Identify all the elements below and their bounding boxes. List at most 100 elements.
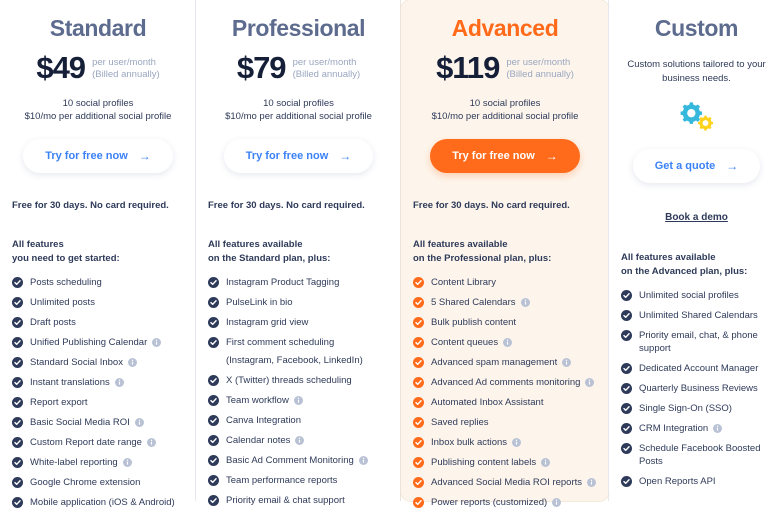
info-circle-icon[interactable] [713,424,723,433]
feature-label: Power reports (customized) [431,497,548,508]
feature-text-wrap: Standard Social Inbox [30,356,137,369]
info-circle-icon[interactable] [134,418,144,427]
feature-label: Inbox bulk actions [431,437,508,448]
feature-text-wrap: Instagram grid view [226,316,308,329]
feature-label: Team workflow [226,395,289,406]
feature-item: Advanced Ad comments monitoring [413,376,599,389]
check-circle-icon [12,357,23,368]
feature-text-wrap: Inbox bulk actions [431,436,522,449]
features-heading-line1: All features [12,239,64,250]
info-circle-icon[interactable] [585,378,595,387]
feature-text-wrap: Mobile application (iOS & Android) [30,496,175,509]
info-circle-icon[interactable] [503,338,513,347]
feature-sublabel: (Instagram, Facebook, LinkedIn) [226,355,363,366]
feature-text-wrap: Report export [30,396,88,409]
feature-text-wrap: First comment scheduling (Instagram, Face… [226,336,391,367]
info-circle-icon[interactable] [146,438,156,447]
feature-item: 5 Shared Calendars [413,296,599,309]
plan-cta-label: Get a quote [654,160,716,172]
feature-label: X (Twitter) threads scheduling [226,375,352,386]
feature-item: Automated Inbox Assistant [413,396,599,409]
check-circle-icon [208,375,219,386]
feature-label: Unified Publishing Calendar [30,337,148,348]
feature-item: Unlimited Shared Calendars [621,309,774,322]
info-circle-icon[interactable] [293,396,303,405]
feature-text-wrap: Schedule Facebook Boosted Posts [639,442,774,468]
check-circle-icon [12,457,23,468]
check-circle-icon [208,317,219,328]
check-circle-icon [621,310,632,321]
info-circle-icon[interactable] [295,436,305,445]
info-circle-icon[interactable] [114,378,124,387]
info-circle-icon[interactable] [127,358,137,367]
plan-price-unit: per user/month [506,57,571,68]
feature-item: Advanced Social Media ROI reports [413,476,599,489]
feature-label: First comment scheduling [226,337,335,348]
feature-text-wrap: Instagram Product Tagging [226,276,339,289]
plan-profiles: 10 social profiles $10/mo per additional … [10,97,186,123]
feature-item: Draft posts [12,316,186,329]
feature-text-wrap: Automated Inbox Assistant [431,396,543,409]
plan-profiles: 10 social profiles $10/mo per additional … [206,97,391,123]
feature-label: 5 Shared Calendars [431,297,516,308]
plan-price-billing: (Billed annually) [506,69,574,80]
info-circle-icon[interactable] [562,358,572,367]
feature-text-wrap: Advanced Ad comments monitoring [431,376,595,389]
plan-cta-button[interactable]: Get a quote → [632,149,761,183]
book-demo-link[interactable]: Book a demo [665,212,728,223]
check-circle-icon [413,437,424,448]
info-circle-icon[interactable] [520,298,530,307]
check-circle-icon [12,397,23,408]
feature-text-wrap: Unlimited posts [30,296,95,309]
info-circle-icon[interactable] [358,456,368,465]
feature-label: Custom Report date range [30,437,142,448]
info-circle-icon[interactable] [541,458,551,467]
feature-label: Publishing content labels [431,457,537,468]
check-circle-icon [413,397,424,408]
info-circle-icon[interactable] [152,338,162,347]
check-circle-icon [413,357,424,368]
features-list: Unlimited social profiles Unlimited Share… [619,282,774,488]
feature-item: Advanced spam management [413,356,599,369]
info-circle-icon[interactable] [552,498,562,507]
feature-label: Advanced spam management [431,357,558,368]
features-heading-line2: on the Advanced plan, plus: [621,265,748,277]
feature-text-wrap: Google Chrome extension [30,476,140,489]
plan-cta-label: Try for free now [452,150,535,162]
features-heading-line1: All features available [208,239,303,250]
plan-card-custom: Custom Custom solutions tailored to your … [608,0,784,501]
features-heading: All features available on the Standard pl… [206,238,391,265]
plan-demo-link-wrap: Book a demo [619,207,774,225]
plan-cta-label: Try for free now [245,150,329,162]
info-circle-icon[interactable] [512,438,522,447]
check-circle-icon [621,330,632,341]
features-heading-line2: on the Standard plan, plus: [208,252,331,264]
plan-title: Advanced [451,15,559,41]
plan-price-row: $79 per user/month (Billed annually) [206,52,391,84]
feature-item: Unlimited social profiles [621,289,774,302]
feature-label: Content Library [431,277,496,288]
plan-profiles-extra: $10/mo per additional social profile [225,111,372,122]
info-circle-icon[interactable] [122,458,132,467]
plan-cta-button[interactable]: Try for free now → [23,139,173,173]
feature-item: Basic Social Media ROI [12,416,186,429]
info-circle-icon[interactable] [587,478,597,487]
check-circle-icon [208,337,219,348]
feature-text-wrap: Content Library [431,276,496,289]
feature-item: Instagram grid view [208,316,391,329]
feature-label: Instant translations [30,377,110,388]
feature-text-wrap: 5 Shared Calendars [431,296,530,309]
feature-label: Calendar notes [226,435,291,446]
plan-card-professional: Professional $79 per user/month (Billed ann… [195,0,401,506]
plan-price-meta: per user/month (Billed annually) [506,55,574,81]
arrow-right-icon: → [339,149,352,163]
feature-label: Unlimited social profiles [639,290,739,301]
feature-label: Advanced Social Media ROI reports [431,477,583,488]
feature-item: Publishing content labels [413,456,599,469]
check-circle-icon [621,443,632,454]
plan-cta-button[interactable]: Try for free now → [430,139,580,173]
plan-price-meta: per user/month (Billed annually) [293,55,361,81]
gears-illustration [619,99,774,133]
plan-cta-button[interactable]: Try for free now → [223,139,374,173]
check-circle-icon [208,475,219,486]
